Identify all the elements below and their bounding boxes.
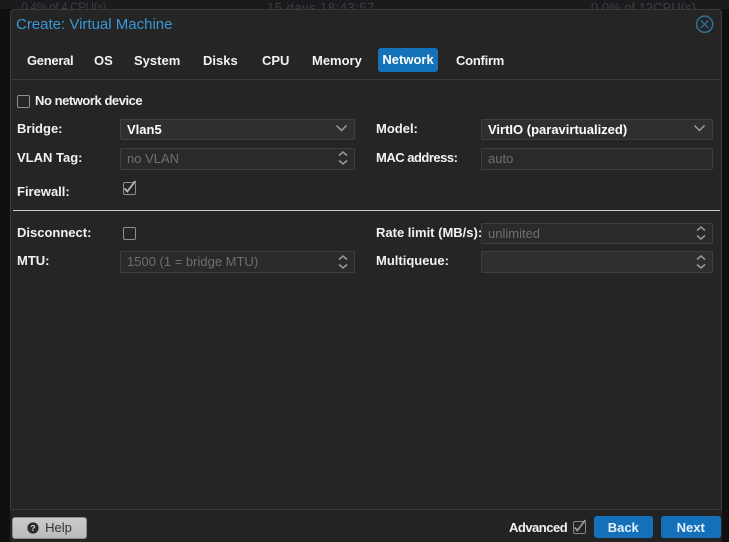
svg-text:?: ?	[31, 522, 36, 532]
